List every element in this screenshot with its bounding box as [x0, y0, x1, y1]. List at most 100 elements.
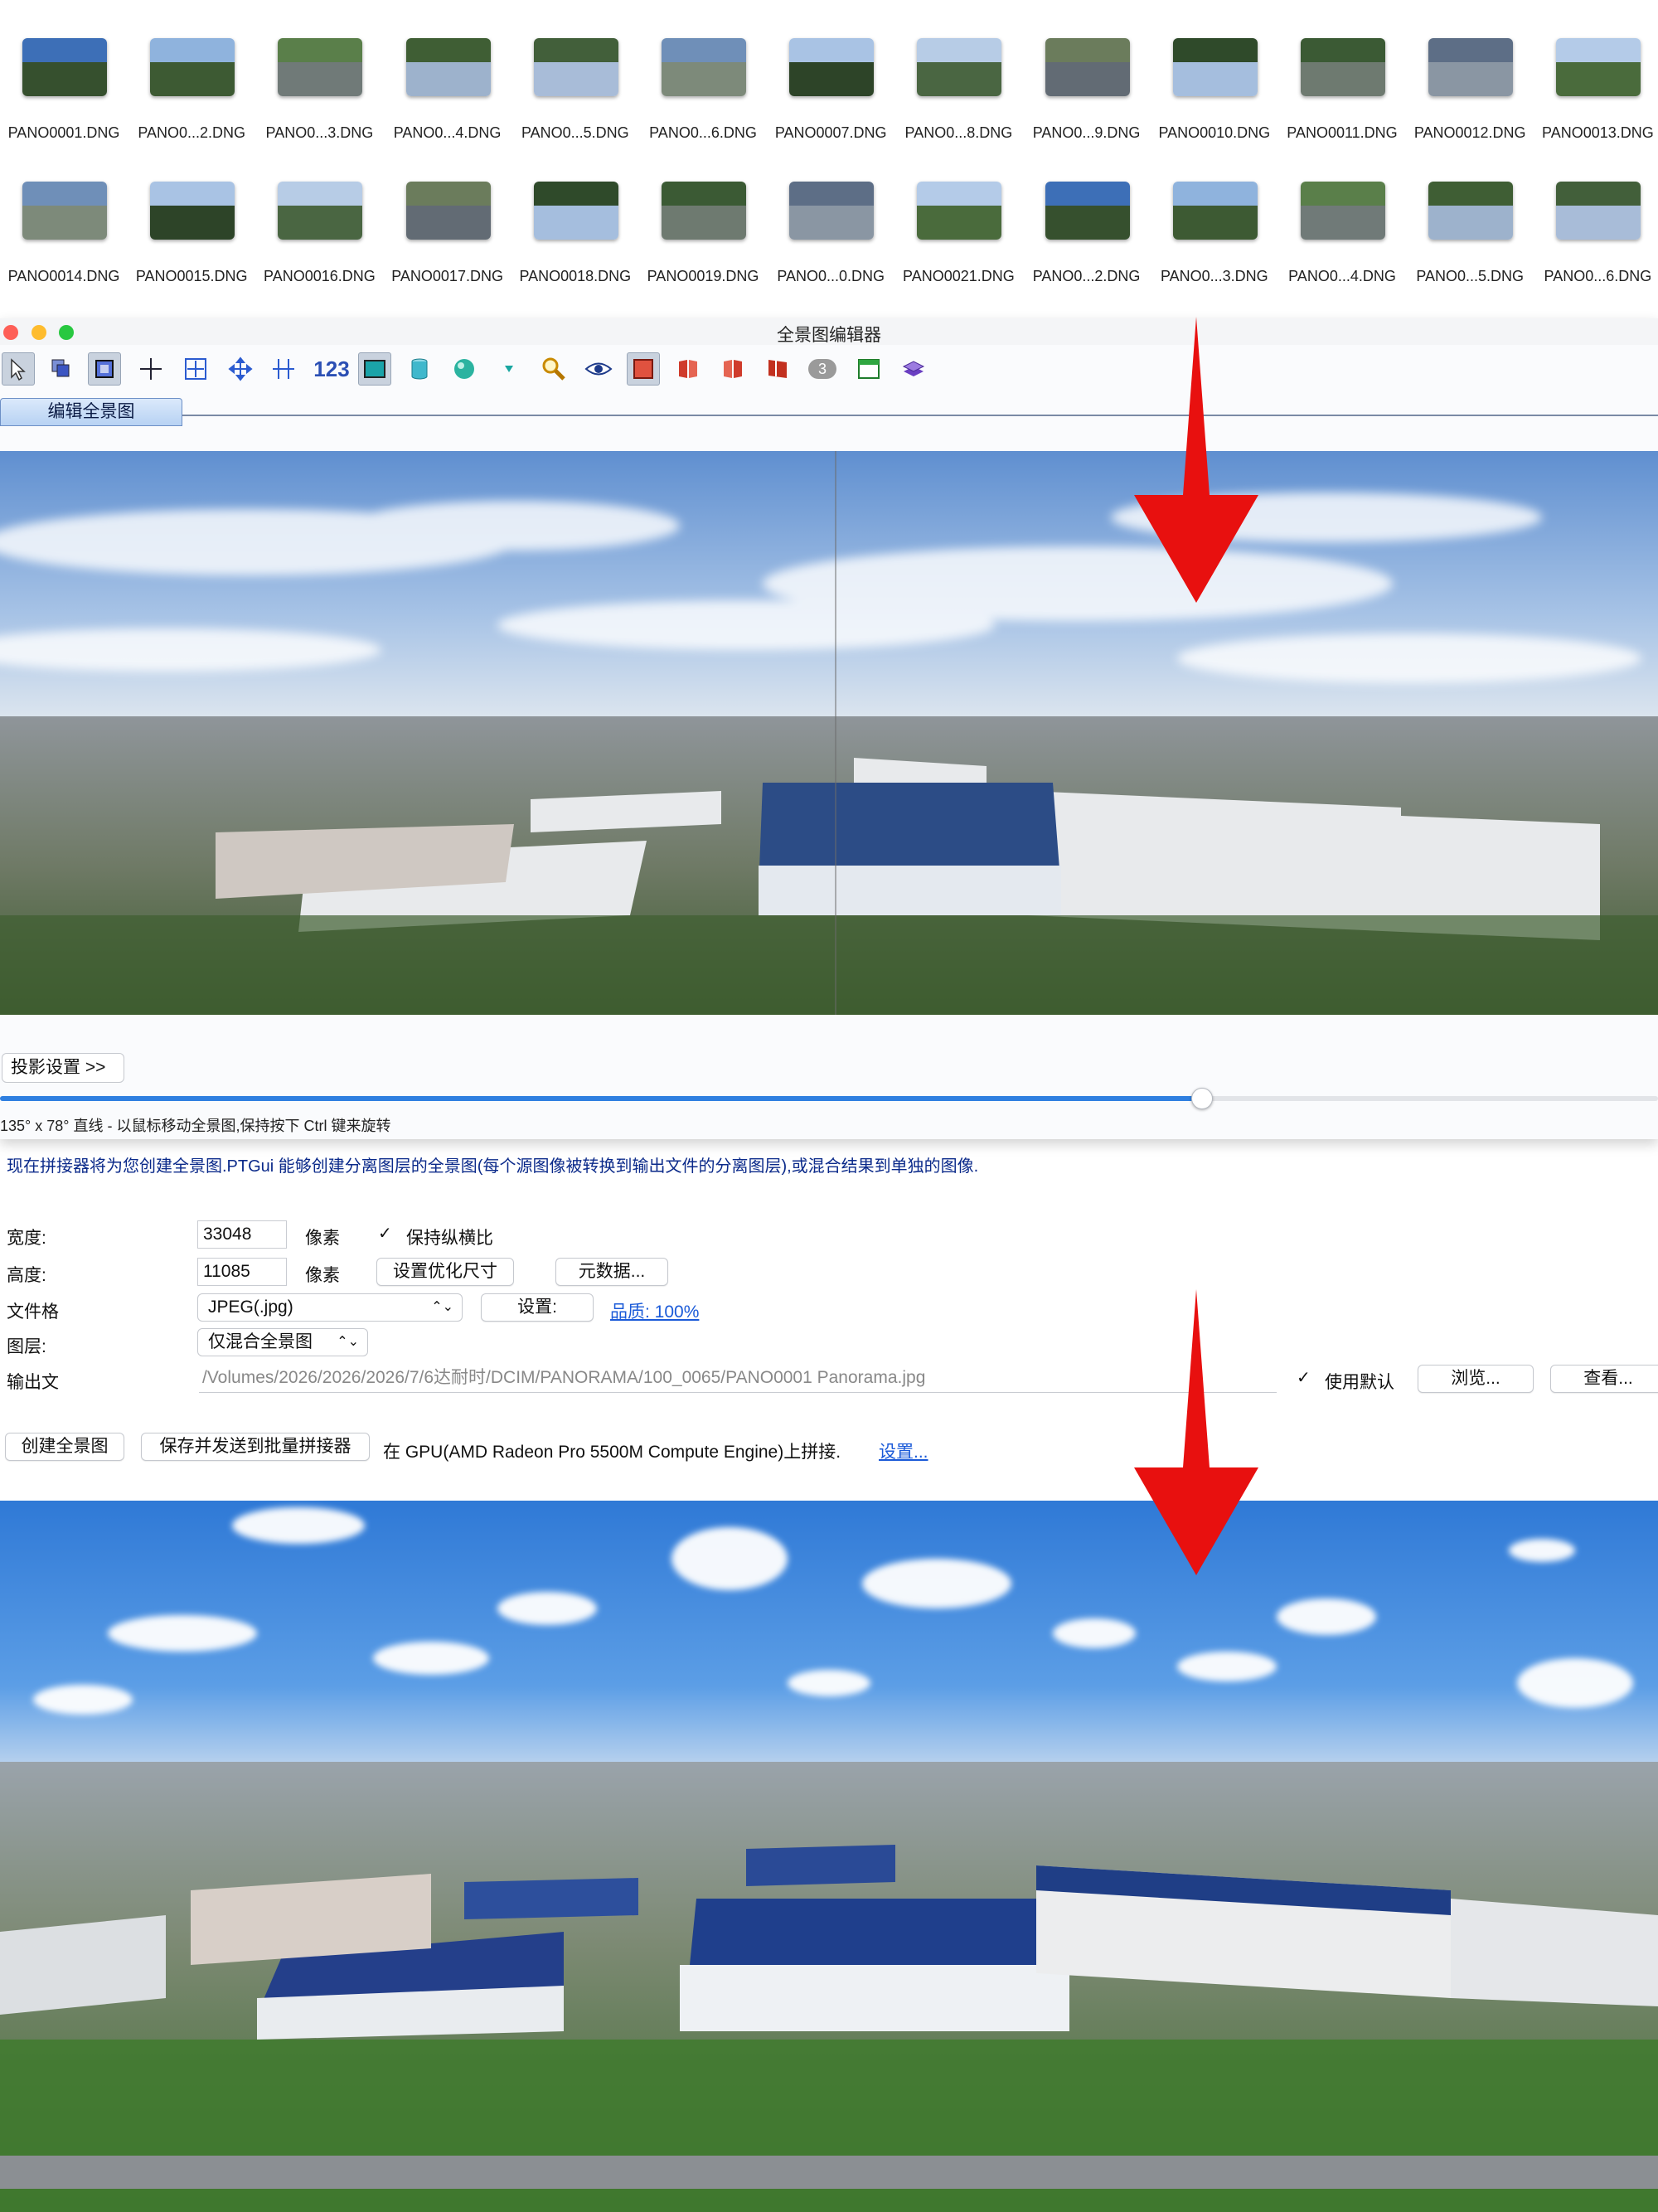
thumbnail-image [1301, 38, 1385, 96]
rectangle-view-icon[interactable] [358, 352, 391, 386]
center-point-icon[interactable] [134, 352, 167, 386]
move-icon[interactable] [224, 352, 257, 386]
thumbnail-item[interactable]: PANO0011.DNG [1278, 0, 1406, 141]
format-settings-button[interactable]: 设置: [481, 1293, 594, 1322]
straighten-icon[interactable] [267, 352, 300, 386]
thumbnail-filename: PANO0...5.DNG [521, 124, 629, 141]
thumbnail-item[interactable]: PANO0...6.DNG [639, 0, 767, 141]
thumbnail-image [278, 38, 363, 96]
thumbnail-filename: PANO0...0.DNG [777, 268, 885, 284]
thumbnail-item[interactable]: PANO0...4.DNG [384, 0, 511, 141]
thumbnail-filename: PANO0...6.DNG [649, 124, 757, 141]
thumbnail-item[interactable]: PANO0001.DNG [0, 0, 128, 141]
red-arrow-down-icon [1134, 317, 1258, 603]
fit-icon[interactable] [179, 352, 212, 386]
thumbnail-image [22, 38, 107, 96]
projection-settings-button[interactable]: 投影设置 >> [2, 1053, 124, 1083]
cylinder-icon[interactable] [403, 352, 436, 386]
save-send-batch-button[interactable]: 保存并发送到批量拼接器 [141, 1433, 370, 1461]
window-icon[interactable] [852, 352, 885, 386]
height-input[interactable]: 11085 [197, 1258, 287, 1286]
thumbnail-item[interactable]: PANO0...6.DNG [1534, 143, 1658, 284]
thumbnail-item[interactable]: PANO0013.DNG [1534, 0, 1658, 141]
file-format-select[interactable]: JPEG(.jpg) ⌃⌄ [197, 1293, 463, 1322]
panorama-preview[interactable] [0, 451, 1658, 1015]
thumbnail-item[interactable]: PANO0...5.DNG [1406, 143, 1534, 284]
width-input[interactable]: 33048 [197, 1220, 287, 1249]
select-chevron-icon: ⌃⌄ [337, 1335, 359, 1349]
gpu-settings-link[interactable]: 设置... [879, 1438, 928, 1463]
thumbnail-image [1301, 182, 1385, 240]
stack-icon[interactable] [897, 352, 930, 386]
thumbnail-item[interactable]: PANO0...2.DNG [128, 0, 255, 141]
dropdown-triangle-icon[interactable] [492, 352, 526, 386]
thumbnail-filename: PANO0...5.DNG [1416, 268, 1525, 284]
thumbnail-item[interactable]: PANO0017.DNG [384, 143, 511, 284]
quality-link[interactable]: 品质: 100% [610, 1298, 699, 1323]
thumbnail-item[interactable]: PANO0...5.DNG [511, 0, 639, 141]
thumbnail-filename: PANO0014.DNG [7, 268, 120, 284]
thumbnail-item[interactable]: PANO0019.DNG [639, 143, 767, 284]
thumbnail-item[interactable]: PANO0014.DNG [0, 143, 128, 284]
thumbnail-item[interactable]: PANO0007.DNG [767, 0, 894, 141]
keep-ratio-checkbox[interactable]: ✓ [378, 1225, 395, 1242]
red-book-icon[interactable] [671, 352, 705, 386]
thumbnail-item[interactable]: PANO0...9.DNG [1023, 0, 1151, 141]
thumbnail-item[interactable]: PANO0018.DNG [511, 143, 639, 284]
thumbnail-image [1045, 182, 1130, 240]
red-flag-icon[interactable] [761, 352, 794, 386]
thumbnail-item[interactable]: PANO0016.DNG [255, 143, 383, 284]
create-panorama-button[interactable]: 创建全景图 [5, 1433, 124, 1461]
fov-slider-knob[interactable] [1191, 1088, 1213, 1109]
thumbnail-filename: PANO0010.DNG [1158, 124, 1271, 141]
red-frame-icon[interactable] [627, 352, 660, 386]
fov-slider[interactable] [0, 1088, 1658, 1109]
thumbnail-filename: PANO0...3.DNG [1160, 268, 1268, 284]
zoom-icon[interactable] [537, 352, 570, 386]
thumbnail-item[interactable]: PANO0015.DNG [128, 143, 255, 284]
sphere-icon[interactable] [448, 352, 481, 386]
fov-slider-fill [0, 1096, 1202, 1101]
thumbnail-item[interactable]: PANO0021.DNG [894, 143, 1022, 284]
thumbnail-item[interactable]: PANO0...3.DNG [255, 0, 383, 141]
height-unit: 像素 [305, 1266, 340, 1285]
tab-edit-panorama[interactable]: 编辑全景图 [0, 398, 182, 426]
thumbnail-filename: PANO0019.DNG [647, 268, 759, 284]
thumbnail-item[interactable]: PANO0...3.DNG [1151, 143, 1278, 284]
width-label: 宽度: [7, 1229, 46, 1248]
thumbnail-item[interactable]: PANO0...0.DNG [767, 143, 894, 284]
output-path-input[interactable]: /Volumes/2026/2026/2026/7/6达耐时/DCIM/PANO… [199, 1365, 1277, 1393]
layers-label: 图层: [7, 1337, 46, 1356]
thumbnail-item[interactable]: PANO0...4.DNG [1278, 143, 1406, 284]
thumbnail-item[interactable]: PANO0...2.DNG [1023, 143, 1151, 284]
badge-number: 3 [808, 359, 836, 379]
thumbnail-image [1045, 38, 1130, 96]
select-arrow-icon[interactable] [2, 352, 35, 386]
view-button[interactable]: 查看... [1550, 1365, 1658, 1393]
red-page-icon[interactable] [716, 352, 749, 386]
thumbnail-filename: PANO0...9.DNG [1032, 124, 1141, 141]
output-label: 输出文 [7, 1373, 59, 1392]
optimize-size-button[interactable]: 设置优化尺寸 [376, 1258, 514, 1286]
thumbnail-image [405, 38, 491, 96]
thumbnail-filename: PANO0...3.DNG [265, 124, 374, 141]
thumbnail-image [917, 38, 1002, 96]
number-3-badge-icon[interactable]: 3 [806, 352, 839, 386]
use-default-checkbox[interactable]: ✓ [1297, 1370, 1313, 1386]
thumbnail-filename: PANO0016.DNG [264, 268, 376, 284]
browse-button[interactable]: 浏览... [1418, 1365, 1534, 1393]
thumbnail-filename: PANO0...4.DNG [393, 124, 502, 141]
thumbnail-filename: PANO0...6.DNG [1544, 268, 1652, 284]
crop-icon[interactable] [88, 352, 121, 386]
layers-select[interactable]: 仅混合全景图 ⌃⌄ [197, 1328, 368, 1356]
thumbnail-grid: PANO0001.DNG PANO0...2.DNG PANO0...3.DNG PA… [0, 0, 1658, 307]
thumbnail-item[interactable]: PANO0...8.DNG [894, 0, 1022, 141]
thumbnail-item[interactable]: PANO0010.DNG [1151, 0, 1278, 141]
thumbnail-image [789, 38, 875, 96]
numeric-transform-icon[interactable]: 123 [313, 352, 350, 386]
eye-icon[interactable] [582, 352, 615, 386]
metadata-button[interactable]: 元数据... [555, 1258, 668, 1286]
thumbnail-filename: PANO0...2.DNG [138, 124, 246, 141]
thumbnail-item[interactable]: PANO0012.DNG [1406, 0, 1534, 141]
layers-icon[interactable] [45, 352, 78, 386]
